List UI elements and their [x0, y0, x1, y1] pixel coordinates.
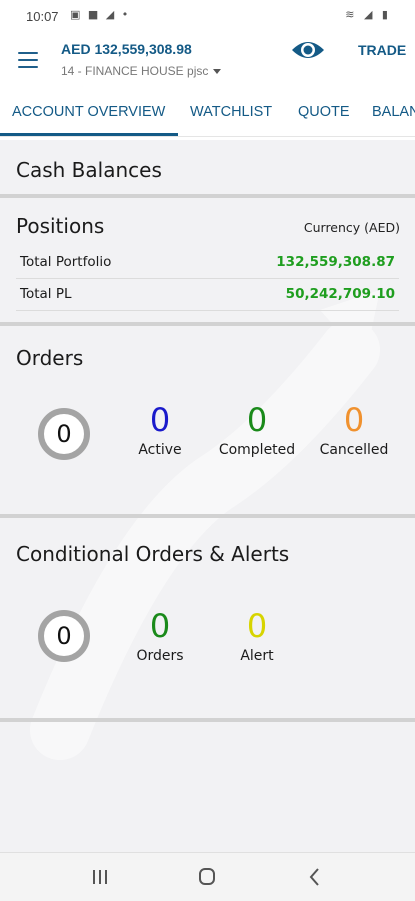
orders-title: Orders — [16, 346, 84, 370]
orders-active-count: 0 — [149, 401, 171, 439]
system-navigation-bar — [0, 852, 415, 901]
system-status-icons: ≋ ◢ ▮ — [345, 8, 391, 21]
orders-active-stat[interactable]: 0 Active — [115, 402, 205, 458]
status-time: 10:07 — [26, 9, 59, 24]
orders-cancelled-label: Cancelled — [319, 442, 389, 458]
positions-title: Positions — [16, 214, 105, 238]
tab-account-overview[interactable]: ACCOUNT OVERVIEW — [12, 104, 165, 120]
caret-down-icon — [213, 69, 222, 75]
conditional-orders-title: Conditional Orders & Alerts — [16, 542, 290, 566]
conditional-orders-count: 0 — [149, 607, 171, 645]
alerts-count: 0 — [246, 607, 268, 645]
orders-section[interactable]: Orders 0 0 Active 0 Completed 0 Cancelle… — [0, 326, 415, 518]
tab-bar: ACCOUNT OVERVIEW WATCHLIST QUOTE BALANCE… — [0, 92, 415, 137]
conditional-total-ring: 0 — [38, 610, 90, 662]
alerts-stat[interactable]: 0 Alert — [212, 608, 302, 664]
total-portfolio-row: Total Portfolio 132,559,308.87 — [16, 248, 399, 279]
orders-total-ring: 0 — [38, 408, 90, 460]
positions-section: Positions Currency (AED) Total Portfolio… — [0, 198, 415, 326]
notification-icons: ▣ ■ ◢ • — [70, 8, 131, 21]
hamburger-menu-icon[interactable] — [18, 52, 38, 68]
currency-label: Currency (AED) — [303, 220, 400, 235]
orders-completed-stat[interactable]: 0 Completed — [212, 402, 302, 458]
account-name: 14 - FINANCE HOUSE pjsc — [61, 64, 209, 78]
orders-active-label: Active — [138, 442, 182, 458]
trade-button[interactable]: TRADE — [358, 42, 406, 58]
total-pl-row: Total PL 50,242,709.10 — [16, 280, 399, 311]
eye-icon[interactable] — [290, 38, 326, 62]
app-header: AED 132,559,308.98 14 - FINANCE HOUSE pj… — [0, 32, 415, 90]
orders-completed-label: Completed — [218, 442, 296, 458]
conditional-orders-stat[interactable]: 0 Orders — [115, 608, 205, 664]
orders-completed-count: 0 — [246, 401, 268, 439]
account-overview-content: Cash Balances Positions Currency (AED) T… — [0, 140, 415, 852]
conditional-orders-label: Orders — [136, 648, 184, 664]
orders-cancelled-stat[interactable]: 0 Cancelled — [309, 402, 399, 458]
tab-watchlist[interactable]: WATCHLIST — [190, 104, 272, 120]
orders-cancelled-count: 0 — [343, 401, 365, 439]
account-selector[interactable]: 14 - FINANCE HOUSE pjsc — [61, 64, 222, 78]
tab-quote[interactable]: QUOTE — [298, 104, 350, 120]
total-pl-value: 50,242,709.10 — [285, 286, 395, 302]
total-pl-label: Total PL — [20, 286, 72, 302]
status-bar: 10:07 ▣ ■ ◢ • ≋ ◢ ▮ — [0, 0, 415, 32]
conditional-orders-section[interactable]: Conditional Orders & Alerts 0 0 Orders 0… — [0, 518, 415, 722]
tab-balances[interactable]: BALANCES — [372, 104, 415, 120]
total-portfolio-value: 132,559,308.87 — [276, 254, 395, 270]
recent-apps-icon[interactable] — [85, 865, 115, 889]
cash-balances-title: Cash Balances — [16, 158, 162, 182]
active-tab-indicator — [0, 133, 178, 136]
cash-balances-section[interactable]: Cash Balances — [0, 140, 415, 198]
account-balance: AED 132,559,308.98 — [61, 41, 192, 57]
alerts-label: Alert — [240, 648, 274, 664]
home-icon[interactable] — [192, 865, 222, 889]
total-portfolio-label: Total Portfolio — [20, 254, 112, 270]
back-icon[interactable] — [300, 865, 330, 889]
